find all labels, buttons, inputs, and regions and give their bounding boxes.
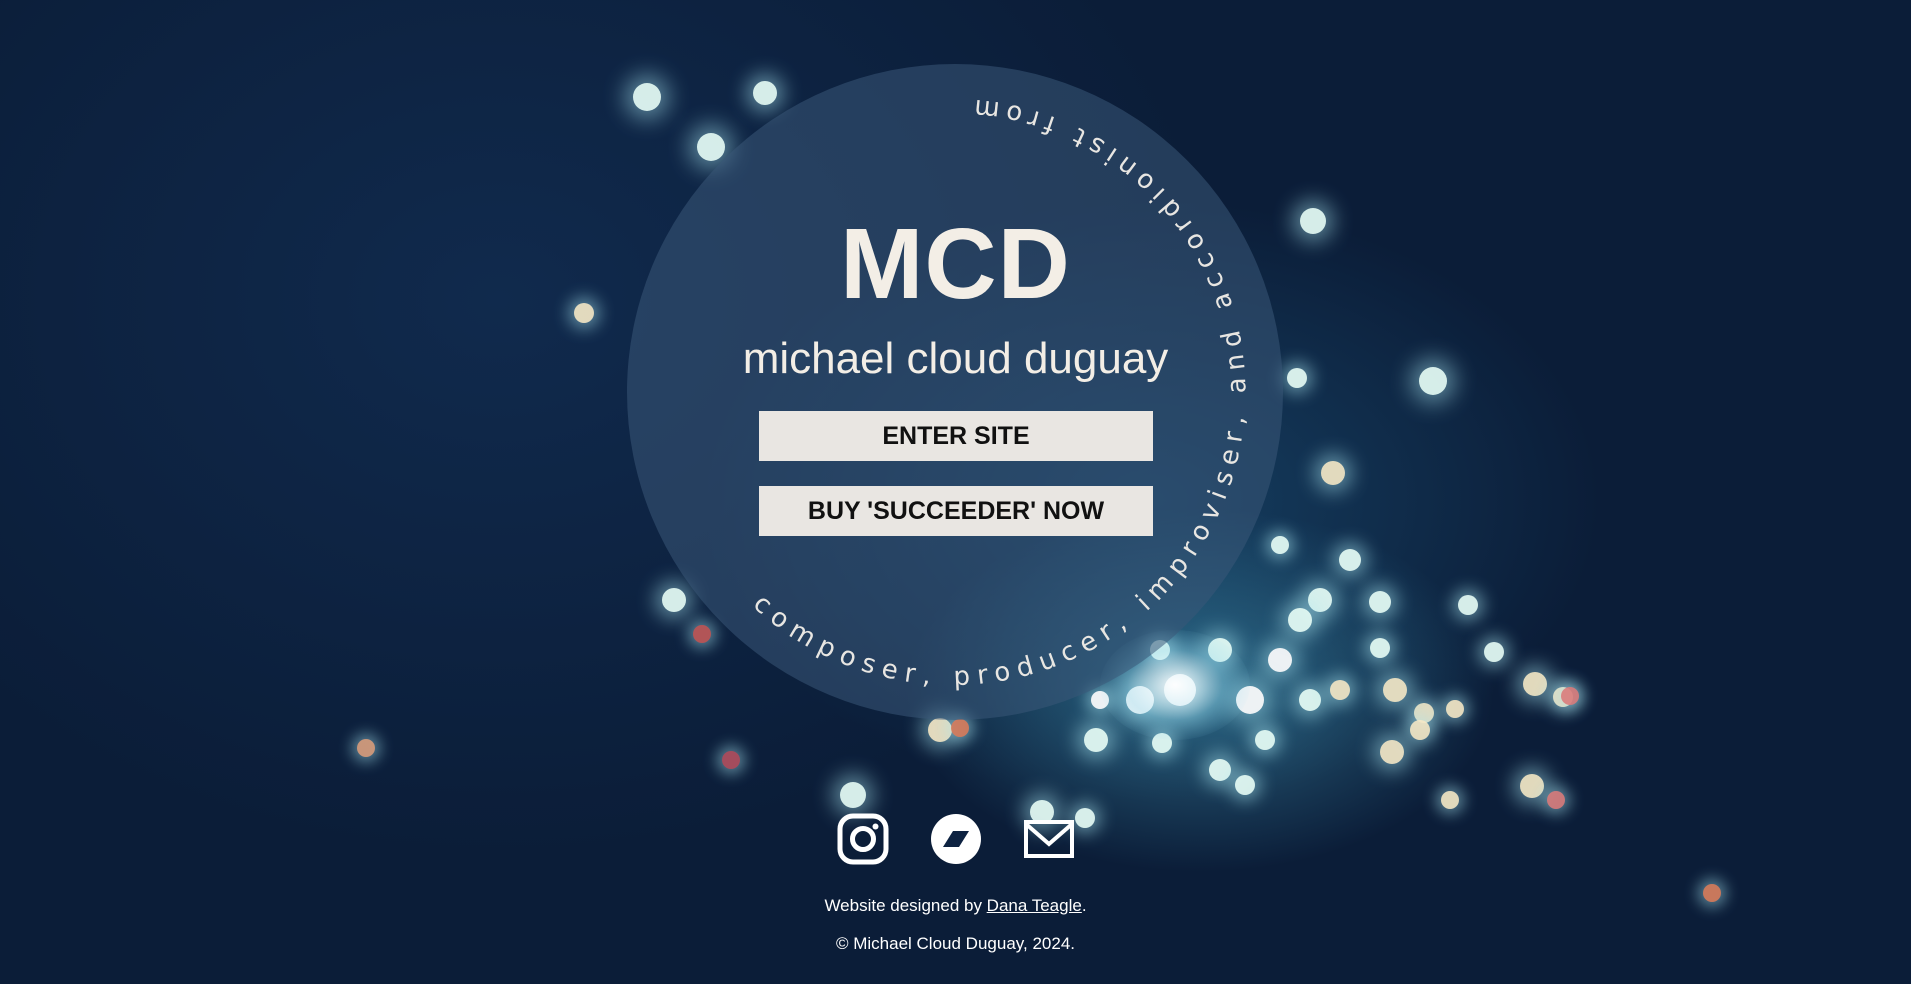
designer-credit-prefix: Website designed by	[824, 896, 987, 915]
designer-credit-suffix: .	[1081, 896, 1087, 915]
spark	[1410, 720, 1430, 740]
spark	[1308, 588, 1332, 612]
artist-name: michael cloud duguay	[742, 334, 1169, 383]
spark	[1339, 549, 1361, 571]
spark	[1369, 591, 1391, 613]
spark	[1383, 678, 1407, 702]
spark	[1370, 638, 1390, 658]
circular-tagline: composer, producer, improviser, and acco…	[627, 64, 1244, 692]
spark	[1084, 728, 1108, 752]
bandcamp-icon[interactable]	[929, 812, 983, 866]
spark	[1547, 791, 1565, 809]
copyright-notice: © Michael Cloud Duguay, 2024.	[835, 934, 1075, 953]
spark	[1209, 759, 1231, 781]
spark	[1235, 775, 1255, 795]
social-links	[0, 812, 1911, 868]
spark	[1523, 672, 1547, 696]
spark	[1561, 687, 1579, 705]
spark	[1520, 774, 1544, 798]
spark	[1330, 680, 1350, 700]
buy-album-button[interactable]: BUY 'SUCCEEDER' NOW	[759, 486, 1153, 536]
spark	[357, 739, 375, 757]
spark	[1458, 595, 1478, 615]
designer-link[interactable]: Dana Teagle	[987, 896, 1082, 915]
spark	[1255, 730, 1275, 750]
spark	[1288, 608, 1312, 632]
instagram-icon[interactable]	[836, 812, 890, 866]
spark	[1446, 700, 1464, 718]
enter-site-button[interactable]: ENTER SITE	[759, 411, 1153, 461]
site-monogram: MCD	[840, 208, 1071, 320]
spark	[1441, 791, 1459, 809]
spark	[951, 719, 969, 737]
spark	[1484, 642, 1504, 662]
mail-icon[interactable]	[1022, 812, 1076, 866]
spark	[928, 718, 952, 742]
spark	[840, 782, 866, 808]
spark	[1321, 461, 1345, 485]
spark	[1380, 740, 1404, 764]
spark	[722, 751, 740, 769]
spark	[1299, 689, 1321, 711]
designer-credit: Website designed by Dana Teagle.	[0, 896, 1911, 916]
